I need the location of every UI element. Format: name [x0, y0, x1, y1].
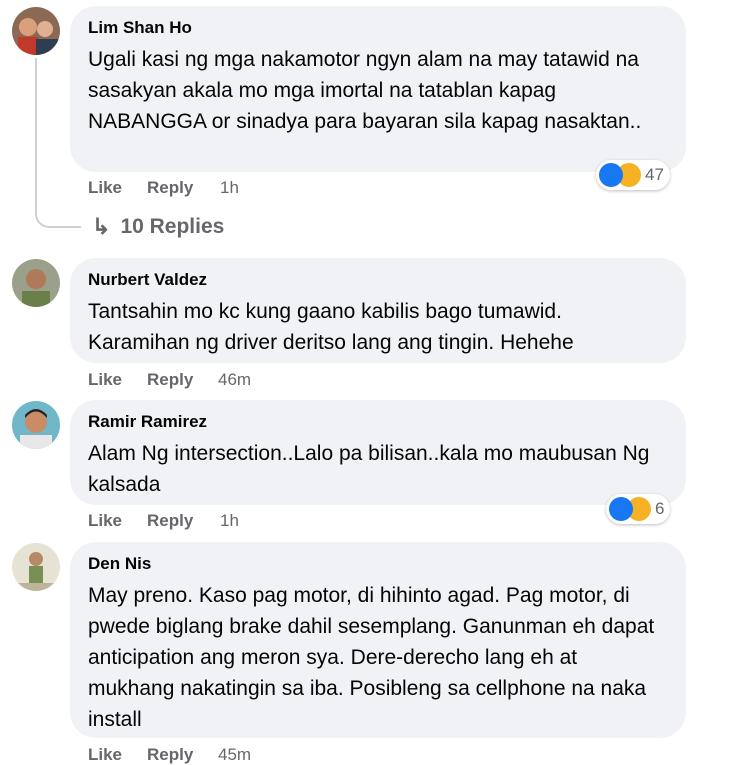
comment-text: May preno. Kaso pag motor, di hihinto ag… [88, 584, 655, 731]
comment-author[interactable]: Den Nis [88, 554, 668, 574]
reply-button[interactable]: Reply [147, 511, 193, 531]
reply-button[interactable]: Reply [147, 178, 193, 198]
comment-bubble: Nurbert Valdez Tantsahin mo kc kung gaan… [70, 258, 686, 363]
like-button[interactable]: Like [88, 511, 122, 531]
like-button[interactable]: Like [88, 370, 122, 390]
reply-button[interactable]: Reply [147, 745, 193, 765]
comment-text: Alam Ng intersection..Lalo pa bilisan..k… [88, 442, 650, 496]
comment-author[interactable]: Lim Shan Ho [88, 18, 668, 38]
comment-author[interactable]: Nurbert Valdez [88, 270, 668, 290]
reaction-count: 6 [655, 499, 665, 518]
avatar[interactable] [12, 401, 60, 449]
like-button[interactable]: Like [88, 745, 122, 765]
reply-button[interactable]: Reply [147, 370, 193, 390]
comment-bubble: Lim Shan Ho Ugali kasi ng mga nakamotor … [70, 6, 686, 172]
reaction-summary[interactable]: 47 [596, 160, 670, 190]
like-icon [599, 163, 623, 187]
avatar[interactable] [12, 7, 60, 55]
comment-text: Tantsahin mo kc kung gaano kabilis bago … [88, 300, 574, 354]
comment-timestamp[interactable]: 1h [220, 178, 239, 198]
like-button[interactable]: Like [88, 178, 122, 198]
comment-bubble: Ramir Ramirez Alam Ng intersection..Lalo… [70, 400, 686, 505]
like-icon [609, 497, 633, 521]
comment-timestamp[interactable]: 45m [218, 745, 251, 765]
comment-timestamp[interactable]: 46m [218, 370, 251, 390]
comment-timestamp[interactable]: 1h [220, 511, 239, 531]
avatar[interactable] [12, 543, 60, 591]
view-replies-button[interactable]: ↳ 10 Replies [92, 214, 224, 240]
comment-text: Ugali kasi ng mga nakamotor ngyn alam na… [88, 48, 642, 133]
avatar[interactable] [12, 259, 60, 307]
reaction-count: 47 [645, 165, 664, 184]
replies-label: 10 Replies [120, 215, 225, 238]
reaction-summary[interactable]: 6 [606, 494, 671, 524]
reply-arrow-icon: ↳ [92, 214, 111, 239]
comment-author[interactable]: Ramir Ramirez [88, 412, 668, 432]
comment-bubble: Den Nis May preno. Kaso pag motor, di hi… [70, 542, 686, 738]
